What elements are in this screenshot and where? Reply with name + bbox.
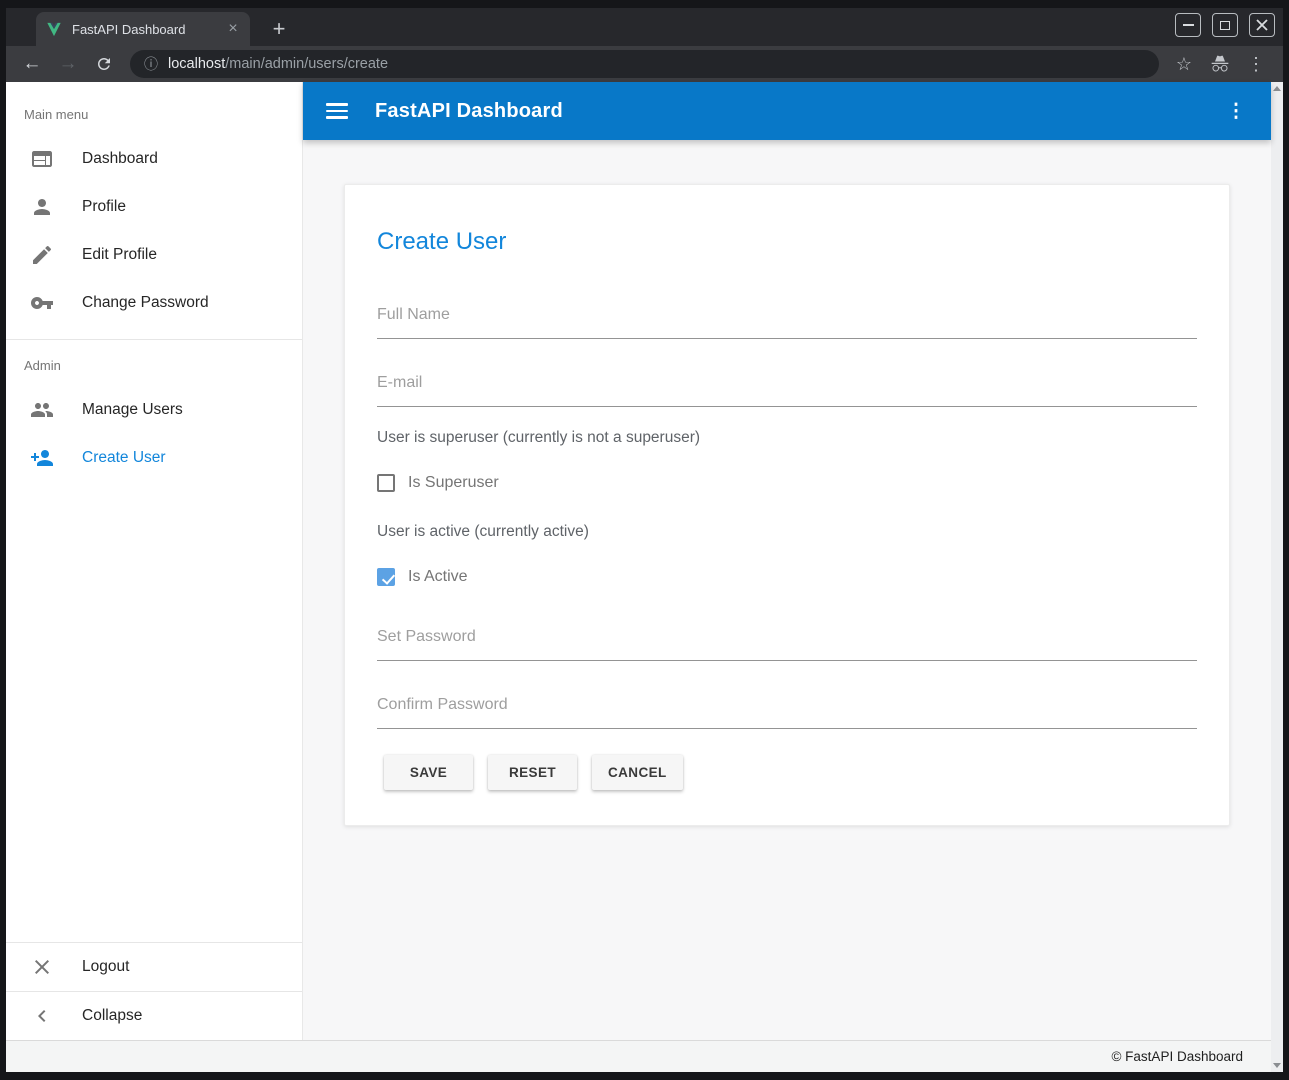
close-x-icon bbox=[1256, 19, 1268, 31]
main-area: FastAPI Dashboard ⋮ Create User User is … bbox=[303, 82, 1271, 1040]
full-name-field[interactable] bbox=[377, 301, 1197, 339]
maximize-button[interactable] bbox=[1212, 13, 1238, 37]
tab-close-icon[interactable]: × bbox=[224, 21, 242, 37]
create-user-card: Create User User is superuser (currently… bbox=[344, 184, 1230, 826]
superuser-checkbox[interactable] bbox=[377, 474, 395, 492]
confirm-password-field[interactable] bbox=[377, 691, 1197, 729]
address-bar[interactable]: ⓘ localhost/main/admin/users/create bbox=[130, 50, 1159, 78]
sidebar-item-label: Dashboard bbox=[82, 150, 158, 168]
active-checkbox-row: Is Active bbox=[377, 567, 1197, 587]
scroll-up-icon[interactable] bbox=[1273, 86, 1281, 91]
sidebar-item-change-password[interactable]: Change Password bbox=[6, 279, 302, 327]
sidebar-item-label: Edit Profile bbox=[82, 246, 157, 264]
scroll-down-icon[interactable] bbox=[1273, 1063, 1281, 1068]
person-icon bbox=[30, 195, 54, 219]
vue-logo-icon bbox=[46, 22, 62, 37]
sidebar-item-create-user[interactable]: Create User bbox=[6, 434, 302, 482]
superuser-caption: User is superuser (currently is not a su… bbox=[377, 430, 1197, 446]
superuser-checkbox-label: Is Superuser bbox=[408, 474, 499, 492]
people-icon bbox=[30, 398, 54, 422]
sidebar-section-main-menu: Main menu bbox=[24, 107, 302, 122]
email-field[interactable] bbox=[377, 369, 1197, 407]
window-controls bbox=[1175, 13, 1275, 37]
content-area: Main menu Dashboard Profile Edit Profile bbox=[6, 82, 1271, 1040]
sidebar-item-edit-profile[interactable]: Edit Profile bbox=[6, 231, 302, 279]
url-path: /main/admin/users/create bbox=[225, 56, 388, 72]
sidebar: Main menu Dashboard Profile Edit Profile bbox=[6, 82, 303, 1040]
tab-strip: FastAPI Dashboard × + bbox=[6, 8, 1283, 46]
reset-button[interactable]: RESET bbox=[488, 755, 577, 790]
incognito-icon bbox=[1205, 50, 1235, 78]
tab-title: FastAPI Dashboard bbox=[72, 22, 224, 37]
reload-icon[interactable] bbox=[90, 50, 118, 78]
browser-toolbar: ← → ⓘ localhost/main/admin/users/create … bbox=[6, 46, 1283, 82]
app-title: FastAPI Dashboard bbox=[375, 100, 563, 123]
app-menu-icon[interactable]: ⋮ bbox=[1223, 100, 1249, 123]
superuser-checkbox-row: Is Superuser bbox=[377, 473, 1197, 493]
sidebar-item-label: Collapse bbox=[82, 1007, 142, 1025]
sidebar-item-label: Create User bbox=[82, 449, 166, 467]
form-buttons: SAVE RESET CANCEL bbox=[377, 755, 1197, 790]
sidebar-item-dashboard[interactable]: Dashboard bbox=[6, 135, 302, 183]
browser-window: FastAPI Dashboard × + ← → ⓘ localhost/ma… bbox=[0, 0, 1289, 1080]
url-text: localhost/main/admin/users/create bbox=[168, 56, 388, 72]
active-caption: User is active (currently active) bbox=[377, 524, 1197, 540]
sidebar-bottom: Logout Collapse bbox=[6, 942, 302, 1040]
page-body: Create User User is superuser (currently… bbox=[303, 140, 1271, 1040]
sidebar-section-admin: Admin bbox=[24, 358, 302, 373]
url-host: localhost bbox=[168, 56, 225, 72]
pencil-icon bbox=[30, 243, 54, 267]
browser-tab[interactable]: FastAPI Dashboard × bbox=[36, 12, 250, 46]
sidebar-item-profile[interactable]: Profile bbox=[6, 183, 302, 231]
back-icon[interactable]: ← bbox=[18, 50, 46, 78]
sidebar-item-label: Change Password bbox=[82, 294, 209, 312]
site-info-icon[interactable]: ⓘ bbox=[144, 54, 158, 74]
app-header: FastAPI Dashboard ⋮ bbox=[303, 82, 1271, 140]
toolbar-right: ☆ ⋮ bbox=[1169, 50, 1271, 78]
chevron-left-icon bbox=[30, 1004, 54, 1028]
minimize-button[interactable] bbox=[1175, 13, 1201, 37]
vertical-scrollbar[interactable] bbox=[1271, 82, 1283, 1072]
page-footer: © FastAPI Dashboard bbox=[6, 1040, 1271, 1072]
new-tab-button[interactable]: + bbox=[264, 14, 294, 44]
sidebar-divider bbox=[6, 339, 302, 340]
browser-menu-icon[interactable]: ⋮ bbox=[1241, 50, 1271, 78]
sidebar-item-manage-users[interactable]: Manage Users bbox=[6, 386, 302, 434]
close-x-icon bbox=[30, 955, 54, 979]
hamburger-menu-icon[interactable] bbox=[326, 103, 348, 118]
person-add-icon bbox=[30, 446, 54, 470]
page-title: Create User bbox=[377, 228, 1197, 256]
cancel-button[interactable]: CANCEL bbox=[592, 755, 683, 790]
key-icon bbox=[30, 291, 54, 315]
set-password-field[interactable] bbox=[377, 623, 1197, 661]
sidebar-item-label: Manage Users bbox=[82, 401, 183, 419]
sidebar-item-label: Logout bbox=[82, 958, 129, 976]
bookmark-star-icon[interactable]: ☆ bbox=[1169, 50, 1199, 78]
sidebar-item-logout[interactable]: Logout bbox=[6, 943, 302, 991]
dashboard-icon bbox=[30, 147, 54, 171]
sidebar-item-label: Profile bbox=[82, 198, 126, 216]
active-checkbox-label: Is Active bbox=[408, 568, 468, 586]
copyright-text: © FastAPI Dashboard bbox=[1111, 1049, 1243, 1064]
save-button[interactable]: SAVE bbox=[384, 755, 473, 790]
close-window-button[interactable] bbox=[1249, 13, 1275, 37]
forward-icon[interactable]: → bbox=[54, 50, 82, 78]
sidebar-item-collapse[interactable]: Collapse bbox=[6, 992, 302, 1040]
active-checkbox[interactable] bbox=[377, 568, 395, 586]
